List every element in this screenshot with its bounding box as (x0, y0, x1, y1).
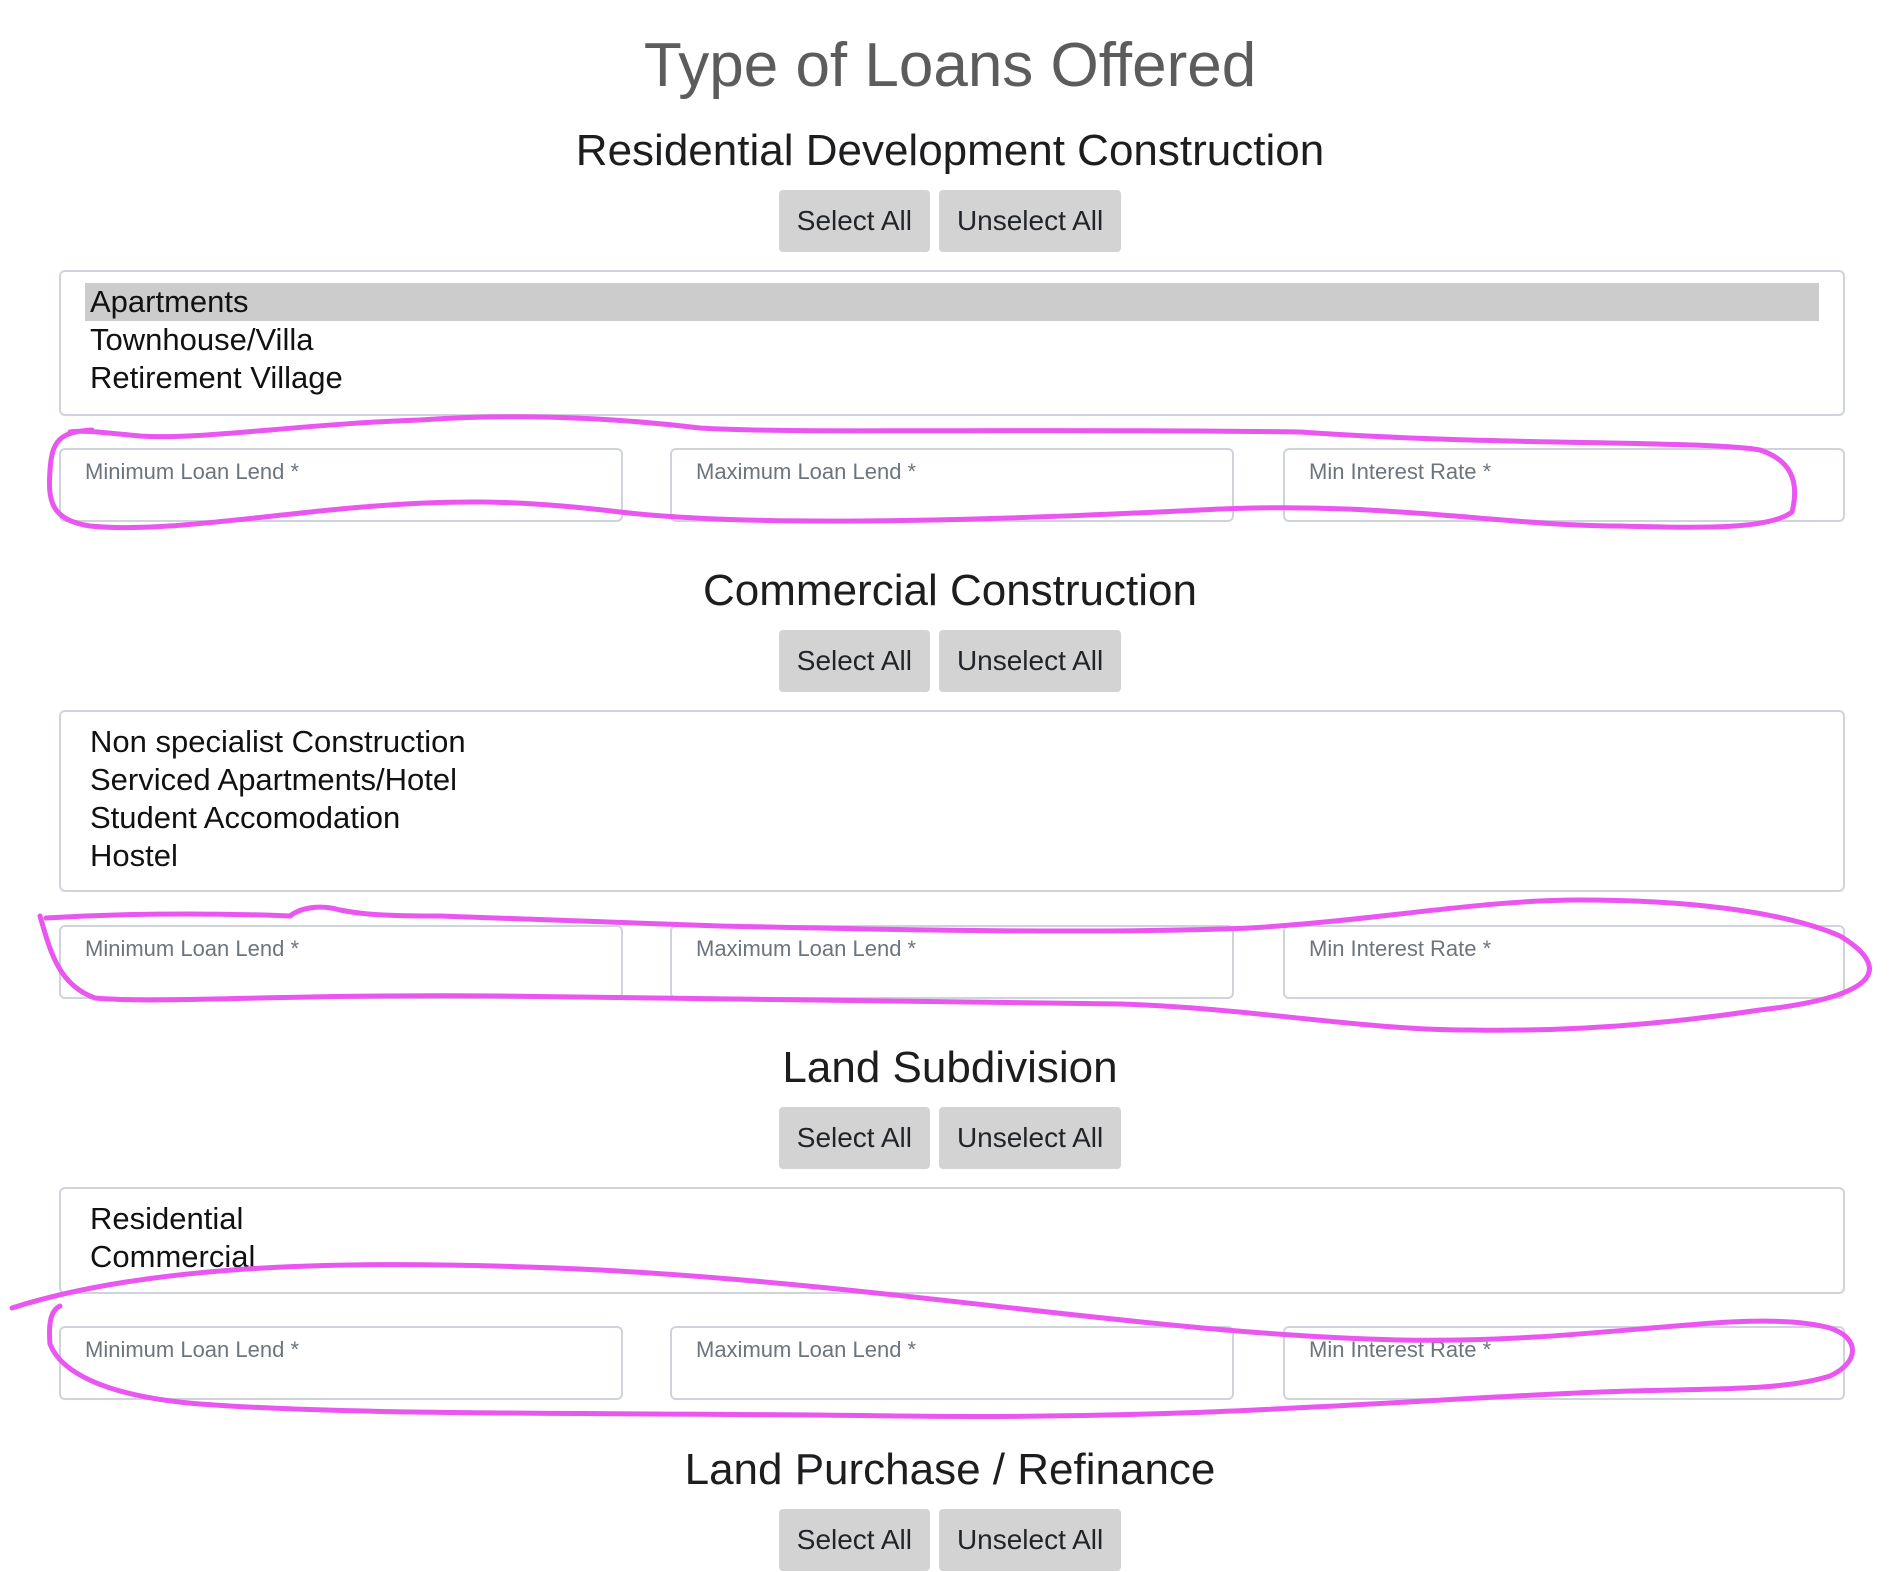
unselect-all-button[interactable]: Unselect All (938, 190, 1122, 252)
unselect-all-button[interactable]: Unselect All (938, 1107, 1122, 1169)
minimum-loan-lend-label: Minimum Loan Lend * (85, 459, 300, 484)
min-interest-rate-label: Min Interest Rate * (1309, 936, 1492, 961)
loan-fields-row: Minimum Loan Lend * Maximum Loan Lend * … (59, 925, 1845, 999)
option-townhouse-villa[interactable]: Townhouse/Villa (85, 321, 1819, 359)
option-commercial[interactable]: Commercial (85, 1238, 1819, 1276)
option-residential[interactable]: Residential (85, 1200, 1819, 1238)
minimum-loan-lend-label: Minimum Loan Lend * (85, 1337, 300, 1362)
option-retirement-village[interactable]: Retirement Village (85, 359, 1819, 397)
loan-type-multiselect[interactable]: Non specialist Construction Serviced Apa… (59, 710, 1845, 892)
section-title: Land Subdivision (782, 1043, 1118, 1092)
section-title: Residential Development Construction (575, 126, 1325, 175)
min-interest-rate-input[interactable]: Min Interest Rate * (1283, 925, 1845, 999)
button-row: Select All Unselect All (0, 1509, 1900, 1571)
option-apartments[interactable]: Apartments (85, 283, 1819, 321)
maximum-loan-lend-input[interactable]: Maximum Loan Lend * (670, 925, 1234, 999)
maximum-loan-lend-label: Maximum Loan Lend * (696, 936, 917, 961)
section-title: Land Purchase / Refinance (684, 1445, 1216, 1494)
min-interest-rate-label: Min Interest Rate * (1309, 459, 1492, 484)
loan-fields-row: Minimum Loan Lend * Maximum Loan Lend * … (59, 1326, 1845, 1400)
maximum-loan-lend-label: Maximum Loan Lend * (696, 1337, 917, 1362)
unselect-all-button[interactable]: Unselect All (938, 1509, 1122, 1571)
minimum-loan-lend-label: Minimum Loan Lend * (85, 936, 300, 961)
select-all-button[interactable]: Select All (778, 1509, 930, 1571)
min-interest-rate-label: Min Interest Rate * (1309, 1337, 1492, 1362)
min-interest-rate-input[interactable]: Min Interest Rate * (1283, 448, 1845, 522)
min-interest-rate-input[interactable]: Min Interest Rate * (1283, 1326, 1845, 1400)
minimum-loan-lend-input[interactable]: Minimum Loan Lend * (59, 1326, 623, 1400)
page-title: Type of Loans Offered (643, 31, 1257, 100)
option-serviced-apartments-hotel[interactable]: Serviced Apartments/Hotel (85, 761, 1819, 799)
button-row: Select All Unselect All (0, 1107, 1900, 1169)
option-non-specialist-construction[interactable]: Non specialist Construction (85, 723, 1819, 761)
select-all-button[interactable]: Select All (778, 630, 930, 692)
minimum-loan-lend-input[interactable]: Minimum Loan Lend * (59, 925, 623, 999)
maximum-loan-lend-input[interactable]: Maximum Loan Lend * (670, 1326, 1234, 1400)
loan-type-multiselect[interactable]: Apartments Townhouse/Villa Retirement Vi… (59, 270, 1845, 416)
maximum-loan-lend-input[interactable]: Maximum Loan Lend * (670, 448, 1234, 522)
select-all-button[interactable]: Select All (778, 1107, 930, 1169)
minimum-loan-lend-input[interactable]: Minimum Loan Lend * (59, 448, 623, 522)
unselect-all-button[interactable]: Unselect All (938, 630, 1122, 692)
option-student-accomodation[interactable]: Student Accomodation (85, 799, 1819, 837)
select-all-button[interactable]: Select All (778, 190, 930, 252)
button-row: Select All Unselect All (0, 630, 1900, 692)
page: Type of Loans Offered Residential Develo… (0, 0, 1900, 1572)
section-title: Commercial Construction (703, 566, 1197, 615)
option-hostel[interactable]: Hostel (85, 837, 1819, 875)
loan-type-multiselect[interactable]: Residential Commercial (59, 1187, 1845, 1294)
button-row: Select All Unselect All (0, 190, 1900, 252)
loan-fields-row: Minimum Loan Lend * Maximum Loan Lend * … (59, 448, 1845, 522)
maximum-loan-lend-label: Maximum Loan Lend * (696, 459, 917, 484)
